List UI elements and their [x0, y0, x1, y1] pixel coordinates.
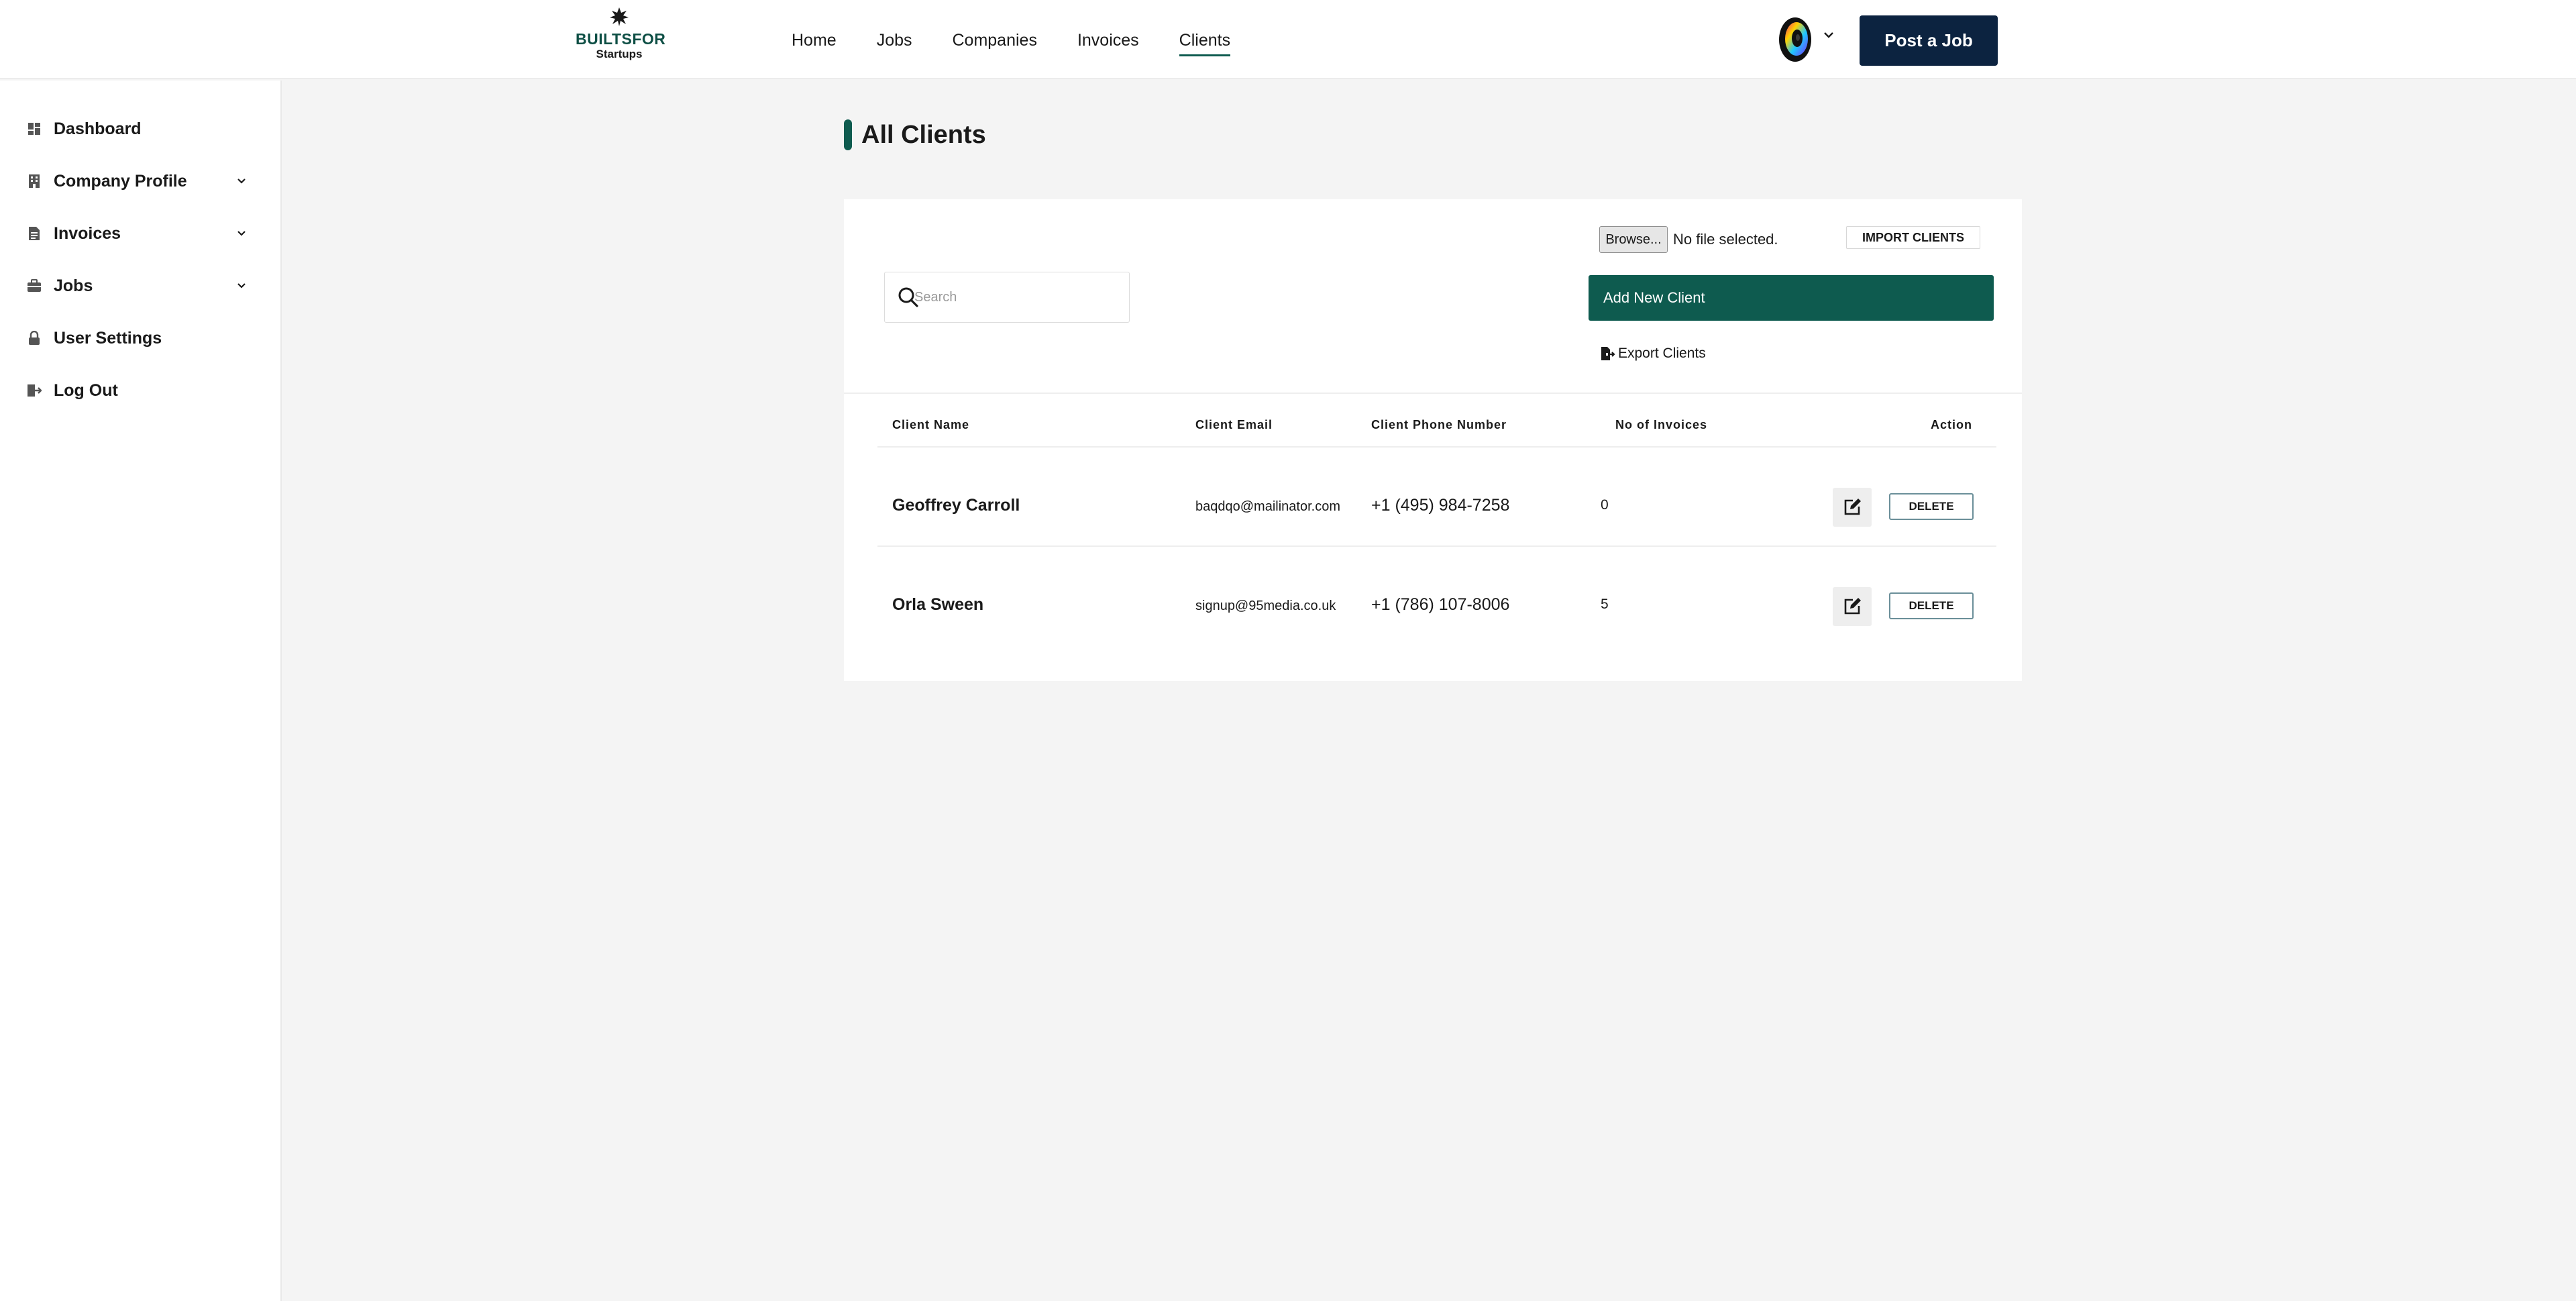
delete-client-button[interactable]: DELETE [1889, 493, 1974, 520]
lock-icon [27, 331, 42, 346]
nav-companies[interactable]: Companies [953, 27, 1037, 56]
sidebar-item-dashboard[interactable]: Dashboard [27, 115, 255, 142]
document-icon [27, 226, 42, 241]
dashboard-icon [27, 121, 42, 136]
sidebar-item-label: User Settings [54, 328, 162, 348]
main-nav: Home Jobs Companies Invoices Clients [792, 27, 1271, 56]
client-name: Orla Sween [892, 595, 984, 614]
search-box [884, 272, 1130, 323]
sidebar-item-company-profile[interactable]: Company Profile [27, 168, 255, 195]
edit-client-button[interactable] [1833, 488, 1872, 527]
client-phone: +1 (786) 107-8006 [1371, 595, 1510, 614]
export-file-icon [1601, 347, 1615, 360]
sidebar-item-label: Jobs [54, 276, 93, 295]
client-email: signup@95media.co.uk [1195, 599, 1336, 613]
sidebar-item-label: Dashboard [54, 119, 142, 138]
building-icon [27, 174, 42, 189]
nav-invoices[interactable]: Invoices [1077, 27, 1139, 56]
sidebar: Dashboard Company Profile Invoices Jobs … [0, 81, 282, 1301]
browse-file-button[interactable]: Browse... [1599, 226, 1668, 253]
logo-text-primary: BUILTSFOR [576, 30, 666, 48]
post-job-button[interactable]: Post a Job [1860, 15, 1998, 66]
table-row: Geoffrey Carroll baqdqo@mailinator.com +… [877, 449, 1996, 547]
briefcase-icon [27, 278, 42, 293]
client-phone: +1 (495) 984-7258 [1371, 496, 1510, 515]
avatar-image [1779, 17, 1811, 62]
chevron-down-icon[interactable] [235, 227, 248, 240]
search-input[interactable] [914, 289, 1116, 305]
nav-home[interactable]: Home [792, 27, 837, 56]
table-header: Client Name Client Email Client Phone Nu… [877, 405, 1996, 448]
column-header-client-email: Client Email [1195, 418, 1273, 431]
sidebar-item-log-out[interactable]: Log Out [27, 377, 255, 404]
logout-icon [27, 383, 42, 398]
title-accent-bar [844, 119, 852, 150]
import-clients-button[interactable]: IMPORT CLIENTS [1846, 226, 1980, 249]
export-clients-label: Export Clients [1618, 346, 1706, 361]
avatar[interactable] [1778, 16, 1813, 63]
invoice-count: 0 [1601, 497, 1609, 513]
nav-clients[interactable]: Clients [1179, 27, 1231, 56]
sidebar-item-label: Log Out [54, 380, 118, 400]
sidebar-item-jobs[interactable]: Jobs [27, 272, 255, 299]
edit-icon [1844, 598, 1861, 615]
column-header-action: Action [1931, 418, 1972, 431]
chevron-down-icon[interactable] [1822, 28, 1835, 42]
column-header-client-phone: Client Phone Number [1371, 418, 1507, 431]
column-header-client-name: Client Name [892, 418, 970, 431]
nav-jobs[interactable]: Jobs [877, 27, 912, 56]
client-email: baqdqo@mailinator.com [1195, 499, 1340, 514]
logo-text-secondary: Startups [596, 48, 643, 60]
chevron-down-icon[interactable] [235, 279, 248, 293]
chevron-down-icon[interactable] [235, 174, 248, 188]
delete-client-button[interactable]: DELETE [1889, 592, 1974, 619]
file-status: No file selected. [1673, 231, 1778, 248]
clients-card: Browse... No file selected. IMPORT CLIEN… [844, 199, 2022, 681]
column-header-invoices: No of Invoices [1615, 418, 1708, 431]
top-header: BUILTSFOR Startups Home Jobs Companies I… [0, 0, 2576, 79]
sidebar-item-label: Company Profile [54, 171, 187, 191]
edit-client-button[interactable] [1833, 587, 1872, 626]
client-name: Geoffrey Carroll [892, 496, 1020, 515]
table-row: Orla Sween signup@95media.co.uk +1 (786)… [877, 548, 1996, 646]
edit-icon [1844, 499, 1861, 515]
logo[interactable]: BUILTSFOR Startups [576, 7, 666, 63]
sidebar-item-invoices[interactable]: Invoices [27, 220, 255, 247]
sidebar-item-user-settings[interactable]: User Settings [27, 325, 255, 352]
invoice-count: 5 [1601, 596, 1609, 612]
star-logo-icon [610, 7, 629, 26]
add-new-client-button[interactable]: Add New Client [1589, 275, 1994, 321]
export-clients-button[interactable]: Export Clients [1599, 346, 1706, 362]
sidebar-item-label: Invoices [54, 223, 121, 243]
divider [844, 393, 2022, 394]
page-title: All Clients [861, 121, 986, 149]
